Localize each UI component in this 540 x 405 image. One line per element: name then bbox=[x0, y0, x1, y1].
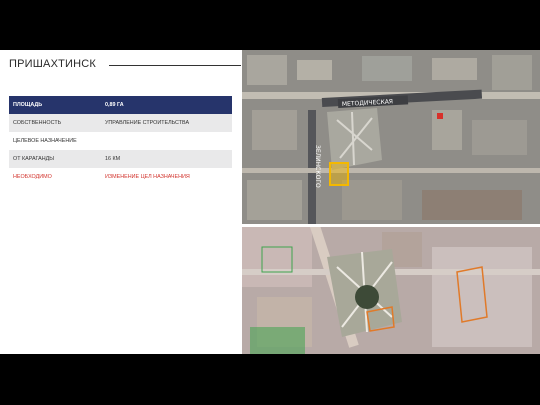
table-row: ПЛОЩАДЬ 0,89 ГА bbox=[9, 96, 232, 114]
row-label: НЕОБХОДИМО bbox=[13, 174, 52, 180]
satellite-map-bottom bbox=[242, 227, 540, 354]
slide: ПРИШАХТИНСК ПЛОЩАДЬ 0,89 ГА СОБСТВЕННОСТ… bbox=[0, 50, 540, 354]
title-divider bbox=[109, 65, 241, 66]
page-title: ПРИШАХТИНСК bbox=[9, 58, 97, 70]
satellite-map-top: МЕТОДИЧЕСКАЯ ЗЕЛИНСКОГО bbox=[242, 50, 540, 224]
info-table: ПЛОЩАДЬ 0,89 ГА СОБСТВЕННОСТЬ УПРАВЛЕНИЕ… bbox=[9, 96, 232, 186]
row-value: 0,89 ГА bbox=[105, 102, 124, 108]
table-row: ОТ КАРАГАНДЫ 16 КМ bbox=[9, 150, 232, 168]
row-value: УПРАВЛЕНИЕ СТРОИТЕЛЬСТВА bbox=[105, 120, 190, 126]
row-label: ПЛОЩАДЬ bbox=[13, 102, 43, 108]
map-bottom-image bbox=[242, 227, 540, 354]
street-label-zelinskogo: ЗЕЛИНСКОГО bbox=[314, 145, 321, 188]
map-top-image: МЕТОДИЧЕСКАЯ ЗЕЛИНСКОГО bbox=[242, 50, 540, 224]
row-value: ИЗМЕНЕНИЕ ЦЕЛ НАЗНАЧЕНИЯ bbox=[105, 174, 190, 180]
row-label: ОТ КАРАГАНДЫ bbox=[13, 156, 55, 162]
table-row: СОБСТВЕННОСТЬ УПРАВЛЕНИЕ СТРОИТЕЛЬСТВА bbox=[9, 114, 232, 132]
row-value: 16 КМ bbox=[105, 156, 121, 162]
row-label: ЦЕЛЕВОЕ НАЗНАЧЕНИЕ bbox=[13, 138, 77, 144]
table-row: ЦЕЛЕВОЕ НАЗНАЧЕНИЕ bbox=[9, 132, 232, 150]
table-row: НЕОБХОДИМО ИЗМЕНЕНИЕ ЦЕЛ НАЗНАЧЕНИЯ bbox=[9, 168, 232, 186]
row-label: СОБСТВЕННОСТЬ bbox=[13, 120, 62, 126]
